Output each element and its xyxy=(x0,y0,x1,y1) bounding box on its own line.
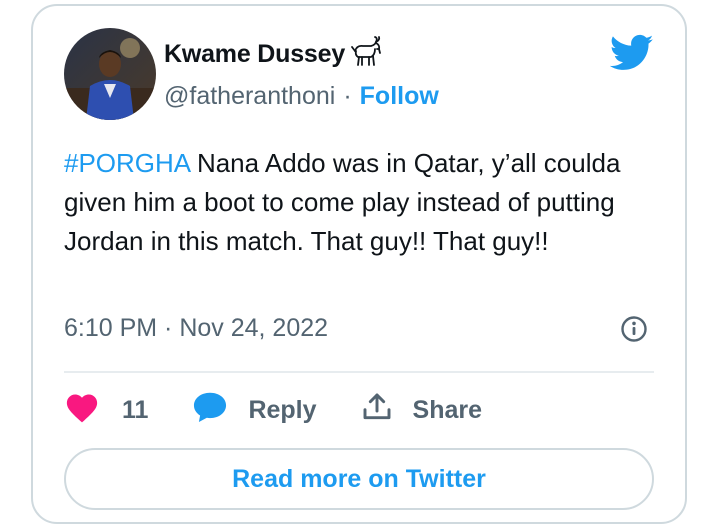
author-name-row[interactable]: Kwame Dussey xyxy=(164,35,383,69)
heart-icon xyxy=(64,391,100,430)
avatar[interactable] xyxy=(64,28,156,120)
divider xyxy=(64,371,654,373)
goat-icon xyxy=(349,35,383,69)
follow-button[interactable]: Follow xyxy=(360,82,439,111)
info-icon[interactable] xyxy=(620,315,648,343)
like-count: 11 xyxy=(122,395,149,424)
tweet-timestamp[interactable]: 6:10 PM · Nov 24, 2022 xyxy=(64,314,328,343)
hashtag-link[interactable]: #PORGHA xyxy=(64,148,190,178)
tweet-text: #PORGHA Nana Addo was in Qatar, y’all co… xyxy=(64,144,664,261)
action-bar: 11 Reply Share xyxy=(64,388,482,432)
reply-label: Reply xyxy=(248,395,317,424)
like-button[interactable]: 11 xyxy=(64,391,148,430)
author-name[interactable]: Kwame Dussey xyxy=(164,40,345,69)
handle-row: @fatheranthoni · Follow xyxy=(164,82,439,111)
separator-dot: · xyxy=(343,82,352,110)
twitter-bird-icon[interactable] xyxy=(609,34,654,72)
tweet-card: Kwame Dussey @fatheranthoni · Follow #PO… xyxy=(31,4,687,524)
author-handle[interactable]: @fatheranthoni xyxy=(164,82,335,111)
share-label: Share xyxy=(412,395,483,424)
speech-bubble-icon xyxy=(192,390,228,431)
reply-button[interactable]: Reply xyxy=(192,390,317,431)
share-upload-icon xyxy=(361,391,393,430)
share-button[interactable]: Share xyxy=(361,391,482,430)
read-more-button[interactable]: Read more on Twitter xyxy=(64,448,654,510)
